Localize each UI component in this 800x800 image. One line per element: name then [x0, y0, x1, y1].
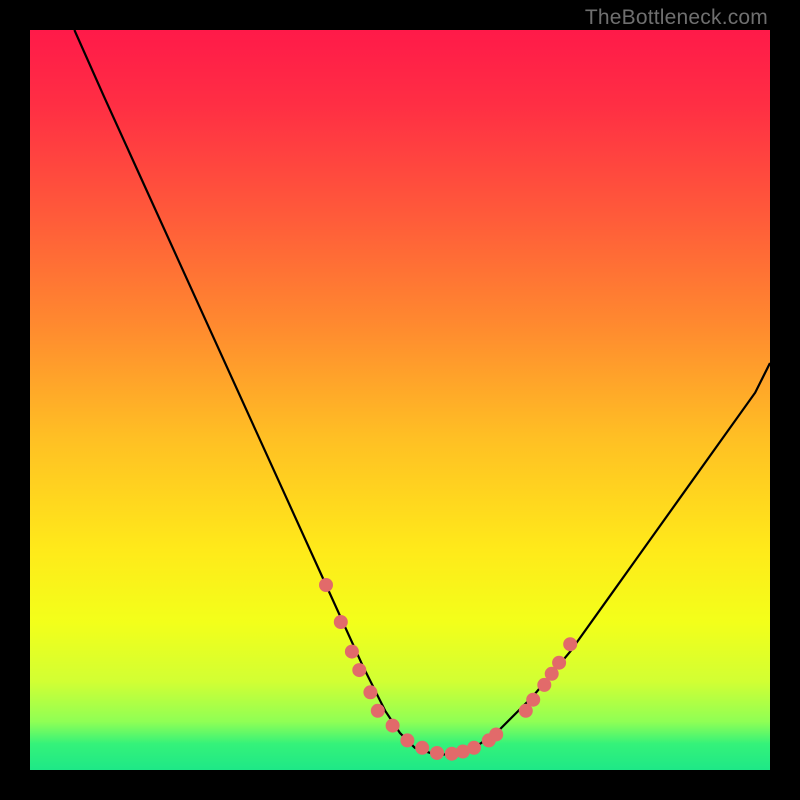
data-marker: [363, 685, 377, 699]
chart-background: [30, 30, 770, 770]
data-marker: [552, 656, 566, 670]
data-marker: [334, 615, 348, 629]
data-marker: [430, 746, 444, 760]
data-marker: [386, 719, 400, 733]
data-marker: [319, 578, 333, 592]
data-marker: [371, 704, 385, 718]
watermark-text: TheBottleneck.com: [585, 6, 768, 30]
data-marker: [563, 637, 577, 651]
data-marker: [400, 733, 414, 747]
data-marker: [415, 741, 429, 755]
data-marker: [352, 663, 366, 677]
data-marker: [526, 693, 540, 707]
bottleneck-chart: [30, 30, 770, 770]
chart-frame: [30, 30, 770, 770]
data-marker: [345, 645, 359, 659]
data-marker: [489, 727, 503, 741]
data-marker: [467, 741, 481, 755]
